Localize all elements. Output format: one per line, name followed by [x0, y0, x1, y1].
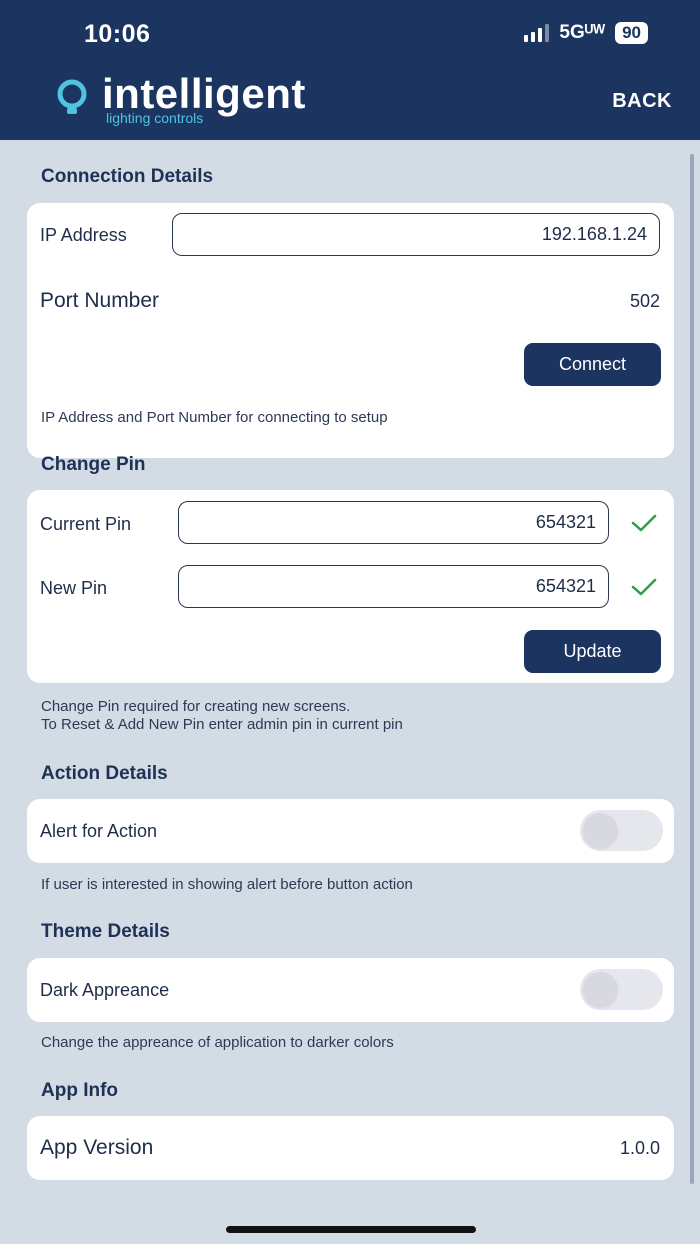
- scrollbar[interactable]: [690, 154, 694, 1184]
- connection-note: IP Address and Port Number for connectin…: [41, 409, 388, 426]
- port-number-label: Port Number: [40, 289, 160, 312]
- toggle-knob: [583, 813, 618, 848]
- bulb-logo-icon: [57, 79, 87, 114]
- port-number-value[interactable]: 502: [630, 291, 660, 312]
- status-indicators: 5Gᵁᵂ 90: [524, 22, 648, 44]
- network-type: 5Gᵁᵂ: [559, 22, 606, 43]
- action-card: Alert for Action: [27, 799, 674, 863]
- checkmark-icon: [631, 514, 657, 532]
- checkmark-icon: [631, 578, 657, 596]
- alert-for-action-label: Alert for Action: [40, 821, 158, 841]
- alert-for-action-toggle[interactable]: [580, 810, 663, 851]
- current-pin-input[interactable]: 654321: [178, 501, 609, 544]
- pin-note-line1: Change Pin required for creating new scr…: [41, 698, 351, 715]
- app-header: 10:06 5Gᵁᵂ 90 intelligent lighting contr…: [0, 0, 700, 140]
- pin-card: Current Pin 654321 New Pin 654321 Update: [27, 490, 674, 683]
- app-version-value: 1.0.0: [619, 1138, 660, 1158]
- action-note: If user is interested in showing alert b…: [41, 876, 413, 893]
- update-button[interactable]: Update: [524, 630, 661, 673]
- status-time: 10:06: [84, 20, 151, 48]
- connect-button[interactable]: Connect: [524, 343, 661, 386]
- pin-section-title: Change Pin: [41, 454, 146, 475]
- connection-section-title: Connection Details: [41, 166, 214, 187]
- settings-content: Connection Details IP Address 192.168.1.…: [0, 140, 700, 1244]
- home-indicator[interactable]: [226, 1226, 476, 1233]
- app-info-section-title: App Info: [41, 1080, 119, 1101]
- toggle-knob: [583, 972, 618, 1007]
- battery-icon: 90: [615, 22, 648, 44]
- app-info-card: App Version 1.0.0: [27, 1116, 674, 1180]
- app-version-label: App Version: [40, 1136, 154, 1159]
- back-button[interactable]: BACK: [612, 90, 672, 113]
- current-pin-label: Current Pin: [40, 514, 132, 534]
- ip-address-input[interactable]: 192.168.1.24: [172, 213, 660, 256]
- dark-appearance-toggle[interactable]: [580, 969, 663, 1010]
- theme-card: Dark Appreance: [27, 958, 674, 1022]
- ip-address-label: IP Address: [40, 225, 127, 245]
- pin-note-line2: To Reset & Add New Pin enter admin pin i…: [41, 716, 403, 733]
- theme-section-title: Theme Details: [41, 921, 170, 942]
- new-pin-label: New Pin: [40, 578, 108, 598]
- logo-tagline: lighting controls: [106, 110, 204, 126]
- new-pin-input[interactable]: 654321: [178, 565, 609, 608]
- signal-icon: [524, 24, 550, 42]
- theme-note: Change the appreance of application to d…: [41, 1034, 394, 1051]
- dark-appearance-label: Dark Appreance: [40, 980, 170, 1000]
- action-section-title: Action Details: [41, 763, 168, 784]
